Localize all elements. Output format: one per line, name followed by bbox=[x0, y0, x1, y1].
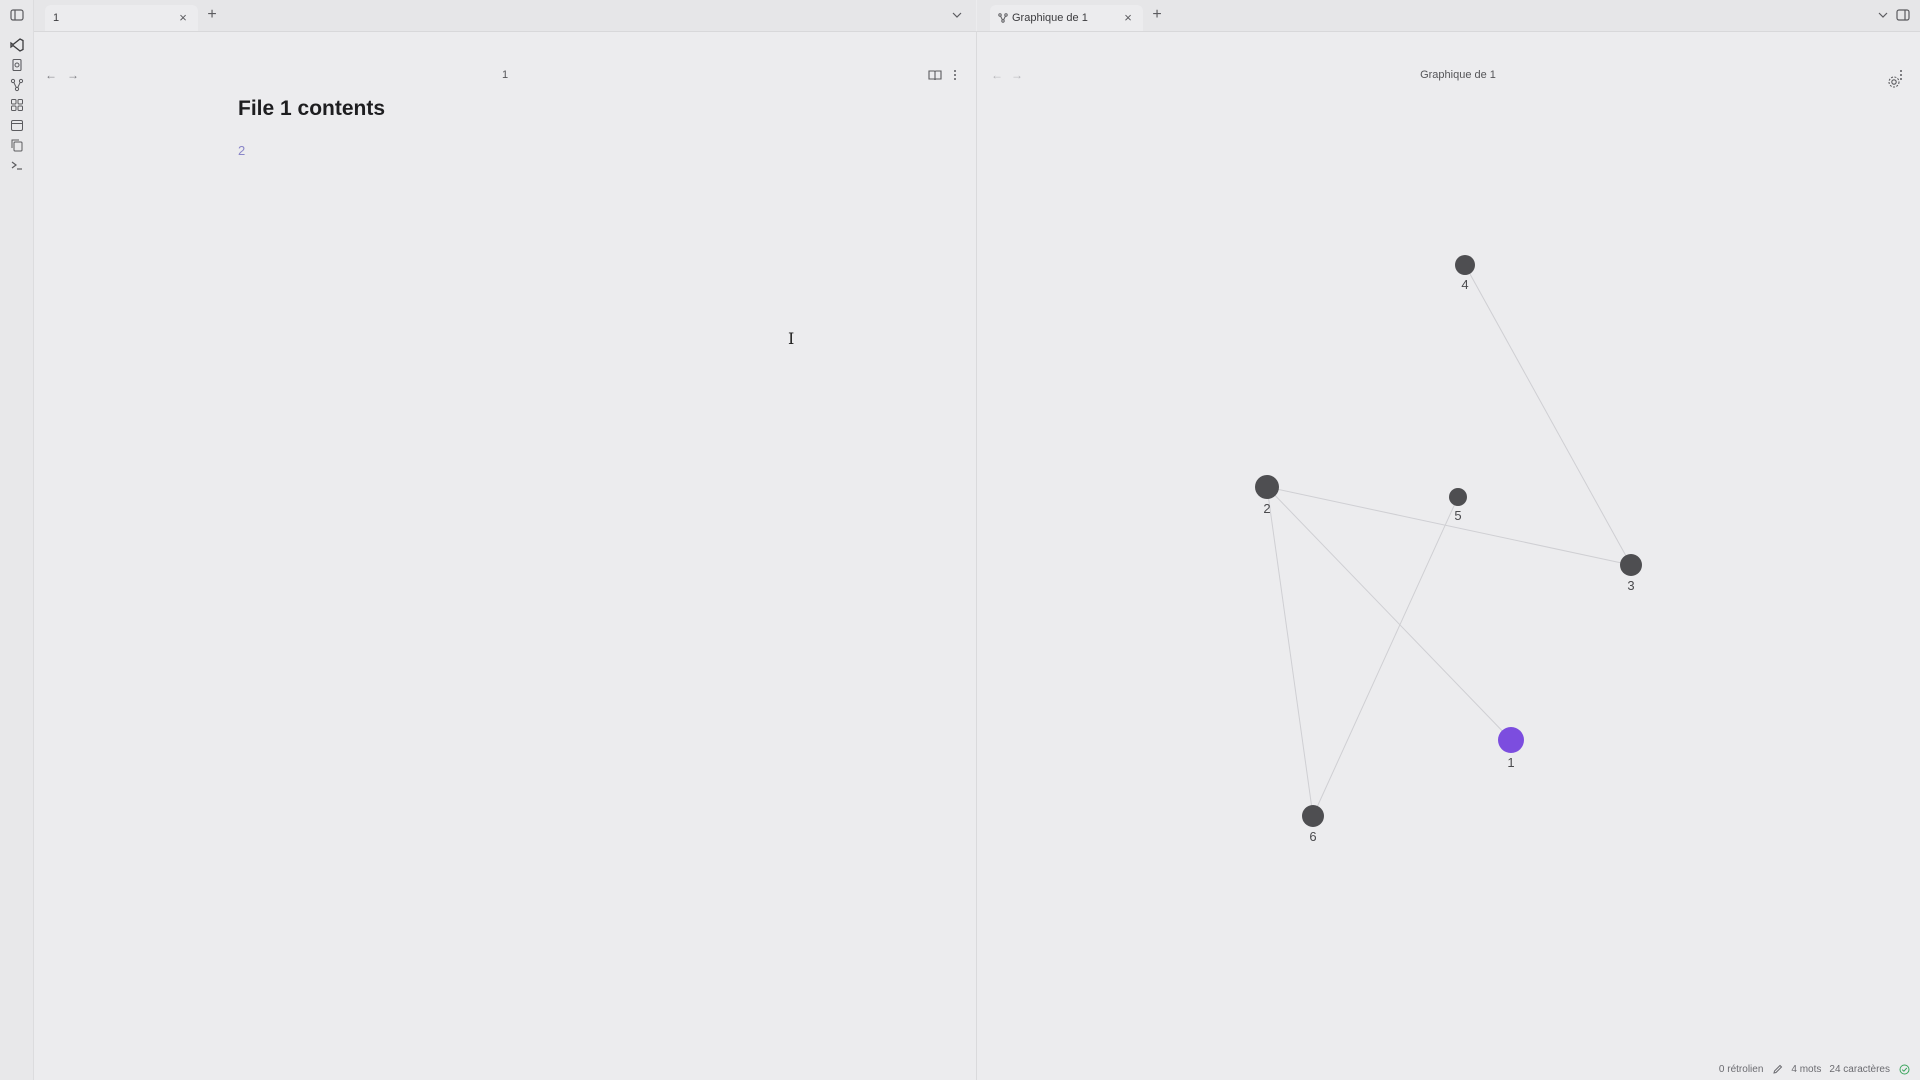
editor-pane: ← → 1 File 1 contents 2 I bbox=[34, 31, 976, 1080]
graph-edge bbox=[1266, 486, 1314, 817]
graph-node-4[interactable] bbox=[1455, 255, 1475, 275]
terminal-icon[interactable] bbox=[8, 156, 26, 174]
graph-node-label: 3 bbox=[1627, 578, 1634, 593]
backlinks-count[interactable]: 0 rétrolien bbox=[1719, 1064, 1763, 1075]
sync-check-icon[interactable] bbox=[1898, 1063, 1910, 1075]
tab-1[interactable]: 1 × bbox=[45, 5, 198, 31]
vscode-icon[interactable] bbox=[8, 36, 26, 54]
character-count: 24 caractères bbox=[1829, 1063, 1890, 1075]
internal-link[interactable]: 2 bbox=[238, 143, 245, 158]
new-tab-icon[interactable]: + bbox=[204, 7, 220, 23]
graph-node-5[interactable] bbox=[1449, 488, 1467, 506]
word-count: 4 mots bbox=[1791, 1063, 1822, 1075]
chevron-down-icon[interactable] bbox=[950, 8, 964, 22]
graph-view-icon[interactable] bbox=[8, 76, 26, 94]
graph-edge bbox=[1312, 496, 1459, 817]
graph-edge bbox=[1266, 486, 1632, 566]
new-tab-icon[interactable]: + bbox=[1149, 7, 1165, 23]
graph-node-2[interactable] bbox=[1255, 475, 1279, 499]
tab-label: Graphique de 1 bbox=[1012, 12, 1088, 24]
graph-node-label: 6 bbox=[1309, 829, 1316, 844]
chevron-down-icon[interactable] bbox=[1876, 8, 1890, 22]
graph-node-label: 1 bbox=[1507, 755, 1514, 770]
back-arrow-icon[interactable]: ← bbox=[44, 68, 58, 82]
ribbon bbox=[0, 0, 34, 1080]
reading-view-icon[interactable] bbox=[928, 68, 942, 82]
graph-tab-icon bbox=[998, 13, 1008, 23]
document-heading[interactable]: File 1 contents bbox=[238, 97, 385, 121]
graph-edge bbox=[1464, 264, 1632, 566]
graph-node-label: 2 bbox=[1263, 501, 1270, 516]
open-file-icon[interactable] bbox=[8, 56, 26, 74]
editor-view-header: ← → 1 bbox=[34, 62, 976, 88]
right-sidebar-toggle-icon[interactable] bbox=[1896, 8, 1910, 22]
app-window: 1 × + Graphique de 1 × + ← → 1 File 1 co… bbox=[0, 0, 1920, 1080]
graph-canvas[interactable]: 1 2 3 4 5 6 bbox=[977, 31, 1920, 1080]
more-options-icon[interactable] bbox=[948, 68, 962, 82]
calendar-icon[interactable] bbox=[8, 116, 26, 134]
tab-graph[interactable]: Graphique de 1 × bbox=[990, 5, 1143, 31]
canvas-icon[interactable] bbox=[8, 96, 26, 114]
left-tab-strip: 1 × + bbox=[34, 0, 976, 32]
view-title[interactable]: 1 bbox=[502, 69, 508, 81]
copy-icon[interactable] bbox=[8, 136, 26, 154]
right-tab-strip: Graphique de 1 × + bbox=[977, 0, 1920, 32]
sidebar-toggle-icon[interactable] bbox=[8, 6, 26, 24]
tab-label: 1 bbox=[53, 12, 60, 24]
status-bar: 0 rétrolien 4 mots 24 caractères bbox=[1713, 1058, 1916, 1080]
graph-pane: ← → Graphique de 1 123456 bbox=[977, 31, 1920, 1080]
graph-edge bbox=[1266, 486, 1512, 741]
graph-node-1[interactable] bbox=[1498, 727, 1524, 753]
forward-arrow-icon[interactable]: → bbox=[66, 68, 80, 82]
graph-node-label: 4 bbox=[1461, 277, 1468, 292]
close-icon[interactable]: × bbox=[176, 11, 190, 25]
graph-node-3[interactable] bbox=[1620, 554, 1642, 576]
close-icon[interactable]: × bbox=[1121, 11, 1135, 25]
edit-pencil-icon[interactable] bbox=[1771, 1063, 1783, 1075]
graph-node-6[interactable] bbox=[1302, 805, 1324, 827]
graph-node-label: 5 bbox=[1454, 508, 1461, 523]
text-cursor-icon: I bbox=[788, 329, 795, 348]
